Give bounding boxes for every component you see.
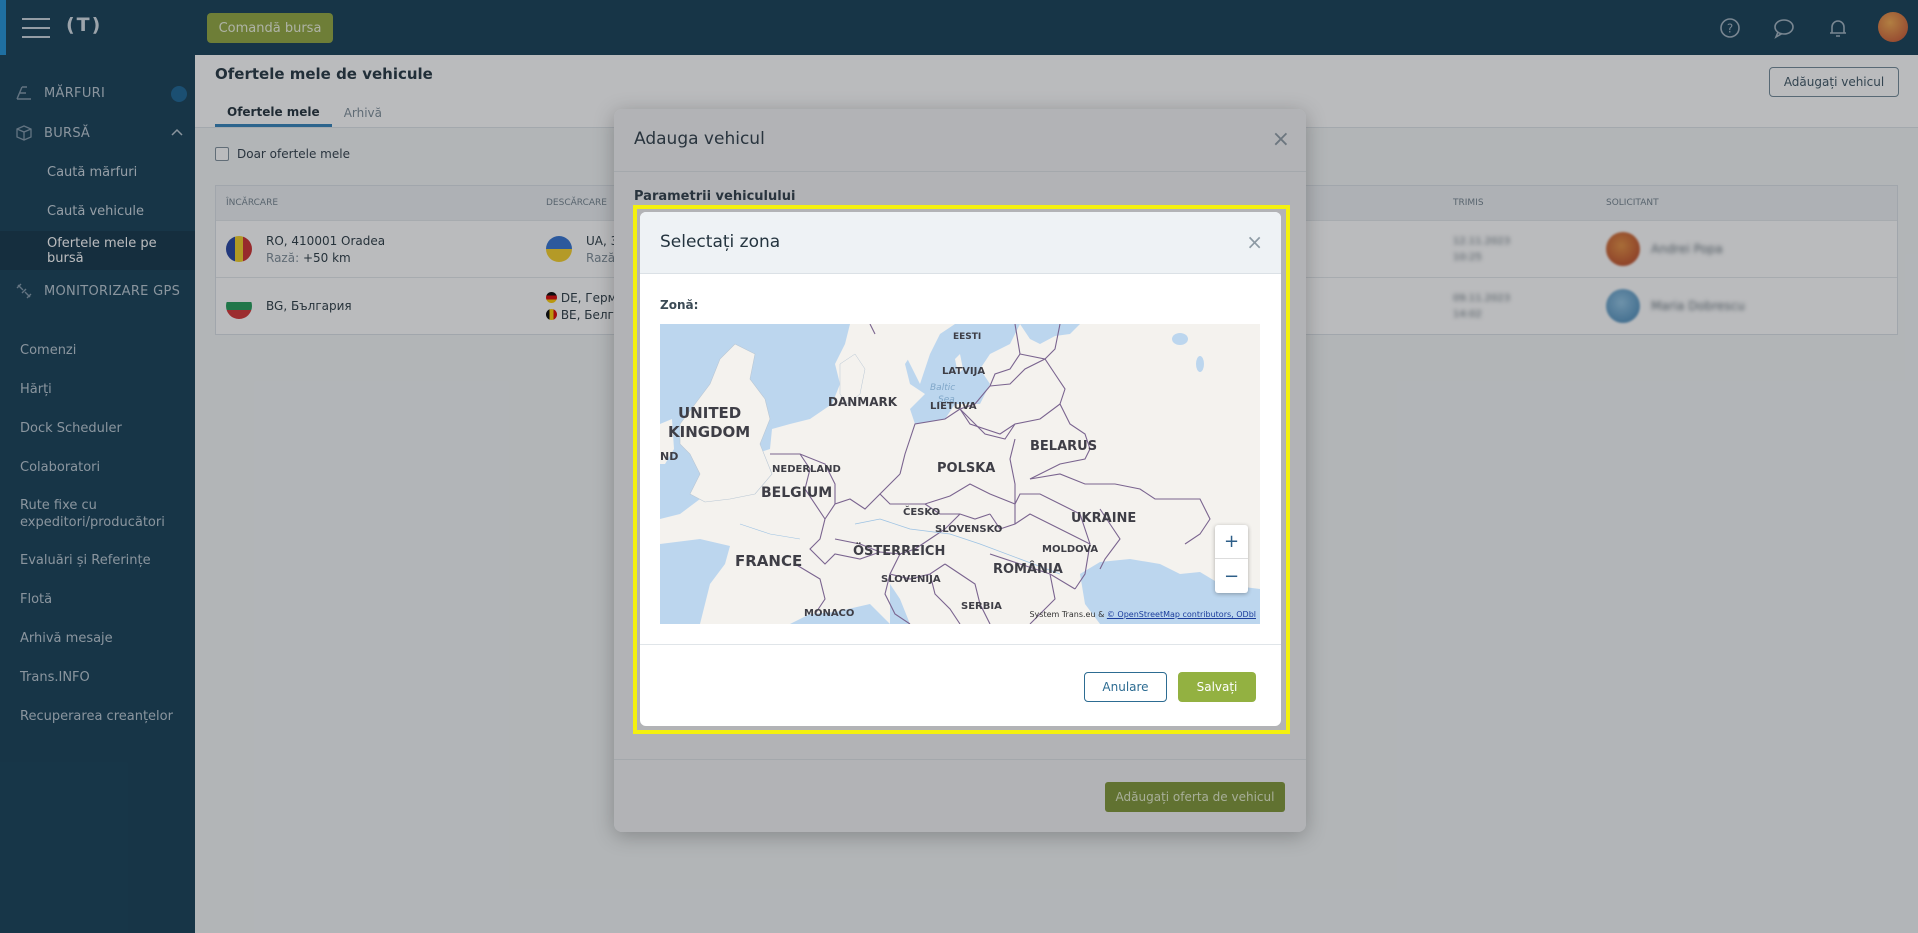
map-label-belarus: BELARUS [1030,439,1098,454]
select-zone-modal: Selectați zona × Zonă: EESTI LATVIJA LIE… [640,212,1281,726]
map-label-uk-line1: UNITED [678,404,742,422]
map-label-danmark: DANMARK [828,395,898,409]
zone-map[interactable]: EESTI LATVIJA LIETUVA DANMARK Baltic Sea… [660,324,1260,624]
map-label-nederland: NEDERLAND [772,464,841,475]
cancel-button[interactable]: Anulare [1084,672,1167,702]
osm-attribution-link[interactable]: © OpenStreetMap contributors, ODbl [1107,610,1256,619]
map-label-osterreich: ÖSTERREICH [853,544,946,559]
modal-footer-divider [640,644,1281,645]
zone-label: Zonă: [660,298,699,312]
map-label-cesko: ČESKO [903,507,941,518]
zoom-control: + − [1215,525,1248,593]
modal-title: Selectați zona [660,232,781,252]
map-label-latvija: LATVIJA [942,366,986,377]
map-label-romania: ROMÂNIA [993,562,1063,577]
map-label-serbia: SERBIA [961,601,1002,612]
attribution-text: System Trans.eu & [1029,610,1105,619]
map-label-belgium: BELGIUM [761,485,833,501]
map-attribution: System Trans.eu & © OpenStreetMap contri… [1029,610,1256,619]
map-label-sea: Sea [938,395,955,405]
map-label-slovensko: SLOVENSKO [935,524,1003,535]
save-button[interactable]: Salvați [1178,672,1256,702]
map-label-moldova: MOLDOVA [1042,544,1099,555]
map-label-ireland: ND [660,450,679,463]
modal-header: Selectați zona × [640,212,1281,274]
map-label-baltic: Baltic [930,383,956,393]
map-label-france: FRANCE [735,552,803,570]
close-icon[interactable]: × [1246,230,1263,254]
zoom-in-button[interactable]: + [1215,525,1248,559]
map-label-ukraine: UKRAINE [1071,511,1137,526]
map-label-uk-line2: KINGDOM [668,423,751,441]
map-label-polska: POLSKA [937,461,996,476]
map-label-eesti: EESTI [953,332,982,342]
map-label-monaco: MONACO [804,608,855,619]
map-label-slovenija: SLOVENIJA [881,574,941,585]
zoom-out-button[interactable]: − [1215,559,1248,593]
